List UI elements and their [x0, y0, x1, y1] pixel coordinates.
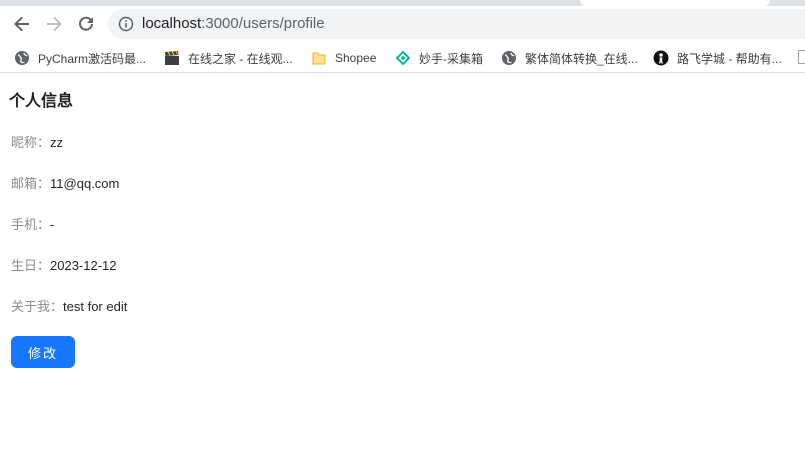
field-nickname: 昵称：zz [11, 134, 63, 152]
reload-icon [79, 16, 93, 31]
reload-button[interactable] [72, 10, 100, 38]
field-email: 邮箱：11@qq.com [11, 175, 119, 193]
field-label: 昵称： [11, 135, 51, 150]
field-label: 生日： [11, 258, 51, 273]
field-value: test for edit [63, 299, 128, 314]
arrow-right-icon [47, 16, 62, 32]
bookmark-fanti[interactable]: 繁体简体转换_在线... [501, 49, 638, 67]
back-button[interactable] [8, 10, 36, 38]
forward-button[interactable] [40, 10, 68, 38]
browser-toolbar: localhost:3000/users/profile [0, 6, 805, 44]
field-value: 11@qq.com [50, 176, 120, 191]
globe-icon [502, 51, 516, 65]
globe-icon [15, 51, 29, 65]
bookmark-shopee[interactable]: Shopee [311, 49, 376, 67]
folder-icon [312, 52, 326, 65]
field-label: 关于我： [11, 299, 64, 314]
url-path: :3000/users/profile [201, 15, 325, 32]
field-label: 手机： [11, 217, 51, 232]
bookmark-label: Shopee [335, 51, 377, 65]
edit-button[interactable]: 修改 [11, 336, 75, 368]
bookmark-label: 繁体简体转换_在线... [525, 51, 638, 66]
bookmark-zaixianzhijia[interactable]: 在线之家 - 在线观... [164, 49, 293, 67]
field-label: 邮箱： [11, 176, 51, 191]
field-value: 2023-12-12 [50, 258, 117, 273]
bookmark-label: 妙手-采集箱 [419, 51, 483, 66]
address-bar[interactable]: localhost:3000/users/profile [108, 9, 805, 39]
diamond-logo-icon [395, 50, 411, 66]
field-birthday: 生日：2023-12-12 [11, 257, 117, 275]
bookmark-miaoshou[interactable]: 妙手-采集箱 [395, 49, 483, 67]
url-host: localhost [142, 15, 202, 32]
bookmarks-bar: PyCharm激活码最... 在线之家 - 在线观... Shopee 妙手-采… [0, 44, 805, 73]
clapperboard-icon [165, 50, 179, 65]
person-logo-icon [653, 50, 669, 66]
field-value: zz [50, 135, 64, 150]
url-text[interactable]: localhost:3000/users/profile [142, 16, 325, 32]
bookmark-label: 路飞学城 - 帮助有... [677, 51, 782, 66]
arrow-left-icon [14, 16, 29, 32]
profile-page: 个人信息 昵称：zz 邮箱：11@qq.com 手机：- 生日：2023-12-… [0, 73, 805, 450]
bookmark-label: PyCharm激活码最... [38, 51, 147, 66]
bookmark-overflow-icon[interactable] [798, 50, 805, 64]
field-phone: 手机：- [11, 216, 54, 234]
page-title: 个人信息 [9, 93, 74, 110]
field-value: - [50, 217, 55, 232]
bookmark-pycharm[interactable]: PyCharm激活码最... [14, 49, 146, 67]
bookmark-label: 在线之家 - 在线观... [188, 51, 293, 66]
field-about: 关于我：test for edit [11, 298, 127, 316]
bookmark-lufei[interactable]: 路飞学城 - 帮助有... [653, 49, 782, 67]
info-icon[interactable] [118, 16, 134, 32]
